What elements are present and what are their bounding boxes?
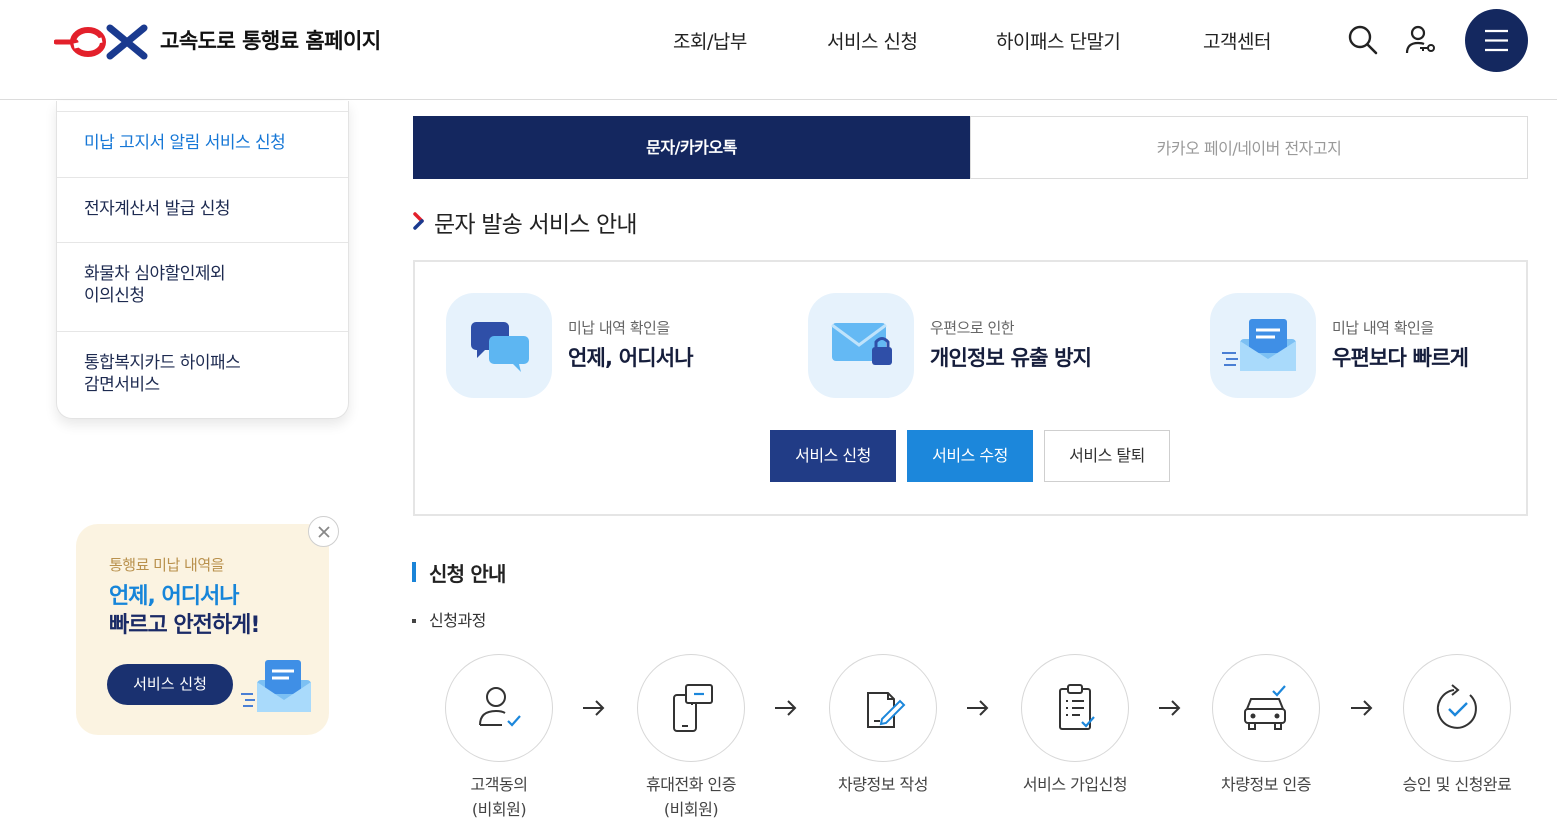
phone-message-icon bbox=[673, 684, 713, 732]
close-icon bbox=[318, 526, 330, 538]
arrow-right-icon bbox=[775, 700, 797, 716]
step-circle bbox=[1403, 654, 1511, 762]
envelope-lock-icon bbox=[831, 323, 892, 365]
step-label: 차량정보 작성 bbox=[838, 775, 928, 794]
promo-headline: 언제, 어디서나 빠르고 안전하게! bbox=[109, 582, 260, 640]
refresh-check-icon bbox=[1436, 684, 1477, 729]
sidebar-item-label: 통합복지카드 하이패스 감면서비스 bbox=[84, 353, 241, 395]
step-circle bbox=[1021, 654, 1129, 762]
nav-hipass-device[interactable]: 하이패스 단말기 bbox=[996, 27, 1121, 54]
sidebar-item-label: 화물차 심야할인제외 이의신청 bbox=[84, 264, 226, 306]
step-label: 승인 및 신청완료 bbox=[1402, 775, 1512, 794]
site-header: 고속도로 통행료 홈페이지 조회/납부 서비스 신청 하이패스 단말기 고객센터 bbox=[0, 0, 1557, 100]
arrow-right-icon bbox=[967, 700, 989, 716]
search-icon[interactable] bbox=[1345, 22, 1381, 58]
promo-service-apply-button[interactable]: 서비스 신청 bbox=[107, 664, 233, 705]
sidebar-item-truck-night-discount[interactable]: 화물차 심야할인제외 이의신청 bbox=[57, 242, 348, 331]
fast-mail-icon bbox=[1222, 319, 1296, 371]
arrow-right-icon bbox=[583, 700, 605, 716]
guide-title: 신청 안내 bbox=[429, 562, 506, 586]
hamburger-menu-button[interactable] bbox=[1465, 9, 1528, 72]
car-check-icon bbox=[1244, 685, 1286, 730]
feature-title: 개인정보 유출 방지 bbox=[930, 346, 1092, 370]
step-circle bbox=[1212, 654, 1320, 762]
promo-headline-line-1: 언제, 어디서나 bbox=[109, 584, 239, 609]
nav-service-apply[interactable]: 서비스 신청 bbox=[827, 27, 918, 54]
feature-title: 언제, 어디서나 bbox=[568, 346, 694, 370]
step-label: 서비스 가입신청 bbox=[1022, 775, 1128, 794]
sidebar-item-label: 전자계산서 발급 신청 bbox=[84, 199, 231, 219]
feature-icon-box bbox=[1210, 293, 1316, 398]
promo-headline-line-2: 빠르고 안전하게! bbox=[109, 613, 260, 638]
tab-kakaopay-naver[interactable]: 카카오 페이/네이버 전자고지 bbox=[970, 116, 1528, 179]
sidebar-item-label: 미납 고지서 알림 서비스 신청 bbox=[84, 133, 286, 153]
feature-icon-box bbox=[446, 293, 552, 398]
arrow-right-icon bbox=[1159, 700, 1181, 716]
promo-banner: 통행료 미납 내역을 언제, 어디서나 빠르고 안전하게! 서비스 신청 bbox=[76, 524, 329, 735]
fast-mail-icon bbox=[241, 660, 311, 712]
hamburger-menu-icon bbox=[1485, 29, 1508, 52]
clipboard-check-icon bbox=[1059, 684, 1095, 730]
feature-icon-box bbox=[808, 293, 914, 398]
chevron-right-icon bbox=[413, 212, 424, 230]
service-edit-button[interactable]: 서비스 수정 bbox=[907, 430, 1033, 482]
promo-subtitle: 통행료 미납 내역을 bbox=[109, 556, 224, 574]
sidebar-item-e-invoice[interactable]: 전자계산서 발급 신청 bbox=[57, 177, 348, 242]
tab-sms-kakaotalk[interactable]: 문자/카카오톡 bbox=[413, 116, 970, 179]
bullet bbox=[412, 619, 416, 623]
chat-bubbles-icon bbox=[471, 322, 529, 372]
feature-subtitle: 우편으로 인한 bbox=[930, 319, 1015, 337]
sidebar-item-unpaid-notice[interactable]: 미납 고지서 알림 서비스 신청 bbox=[57, 111, 348, 177]
step-circle bbox=[445, 654, 553, 762]
feature-subtitle: 미납 내역 확인을 bbox=[568, 319, 670, 337]
arrow-right-icon bbox=[1351, 700, 1373, 716]
process-label: 신청과정 bbox=[429, 611, 486, 630]
sidebar-item-welfare-card[interactable]: 통합복지카드 하이패스 감면서비스 bbox=[57, 331, 348, 417]
document-edit-icon bbox=[867, 692, 906, 728]
ex-logo[interactable] bbox=[54, 22, 150, 62]
service-apply-button[interactable]: 서비스 신청 bbox=[770, 430, 896, 482]
step-label: 휴대전화 인증 (비회원) bbox=[646, 775, 736, 819]
feature-title: 우편보다 빠르게 bbox=[1332, 346, 1469, 370]
service-withdraw-button[interactable]: 서비스 탈퇴 bbox=[1044, 430, 1170, 482]
promo-close-button[interactable] bbox=[308, 516, 339, 547]
nav-inquiry-payment[interactable]: 조회/납부 bbox=[673, 27, 747, 54]
step-circle bbox=[829, 654, 937, 762]
guide-title-bar bbox=[412, 562, 416, 582]
site-title[interactable]: 고속도로 통행료 홈페이지 bbox=[160, 25, 381, 55]
step-label: 차량정보 인증 bbox=[1221, 775, 1311, 794]
user-check-icon bbox=[479, 687, 521, 727]
section-title: 문자 발송 서비스 안내 bbox=[434, 212, 638, 238]
feature-subtitle: 미납 내역 확인을 bbox=[1332, 319, 1434, 337]
step-label: 고객동의 (비회원) bbox=[470, 775, 528, 819]
sidebar-menu: 미납 고지서 알림 서비스 신청 전자계산서 발급 신청 화물차 심야할인제외 … bbox=[56, 101, 349, 419]
user-key-icon[interactable] bbox=[1402, 22, 1438, 58]
step-circle bbox=[637, 654, 745, 762]
nav-customer-center[interactable]: 고객센터 bbox=[1203, 27, 1271, 54]
